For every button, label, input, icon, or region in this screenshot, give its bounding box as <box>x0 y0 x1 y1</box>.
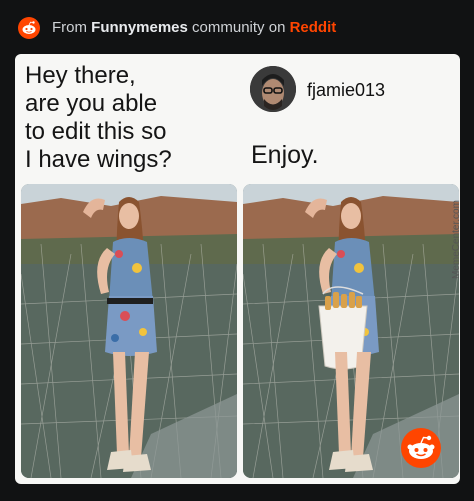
reply-text: Enjoy. <box>251 141 319 169</box>
source-text: From Funnymemes community on Reddit <box>52 19 336 36</box>
reddit-logo-icon <box>18 17 40 39</box>
meme-image[interactable]: Hey there, are you able to edit this so … <box>15 54 460 484</box>
reddit-badge-icon <box>401 428 441 468</box>
community-link[interactable]: Funnymemes <box>91 19 188 36</box>
user-avatar <box>250 66 296 112</box>
meme-question-text: Hey there, are you able to edit this so … <box>25 62 172 173</box>
watermark: MemeCenter.com <box>451 200 460 279</box>
platform-link[interactable]: Reddit <box>290 19 337 36</box>
source-prefix: From <box>52 19 92 36</box>
original-photo <box>21 184 237 478</box>
source-middle: community on <box>187 19 290 36</box>
username-label: fjamie013 <box>307 80 386 100</box>
post-source-header: From Funnymemes community on Reddit <box>0 0 474 52</box>
